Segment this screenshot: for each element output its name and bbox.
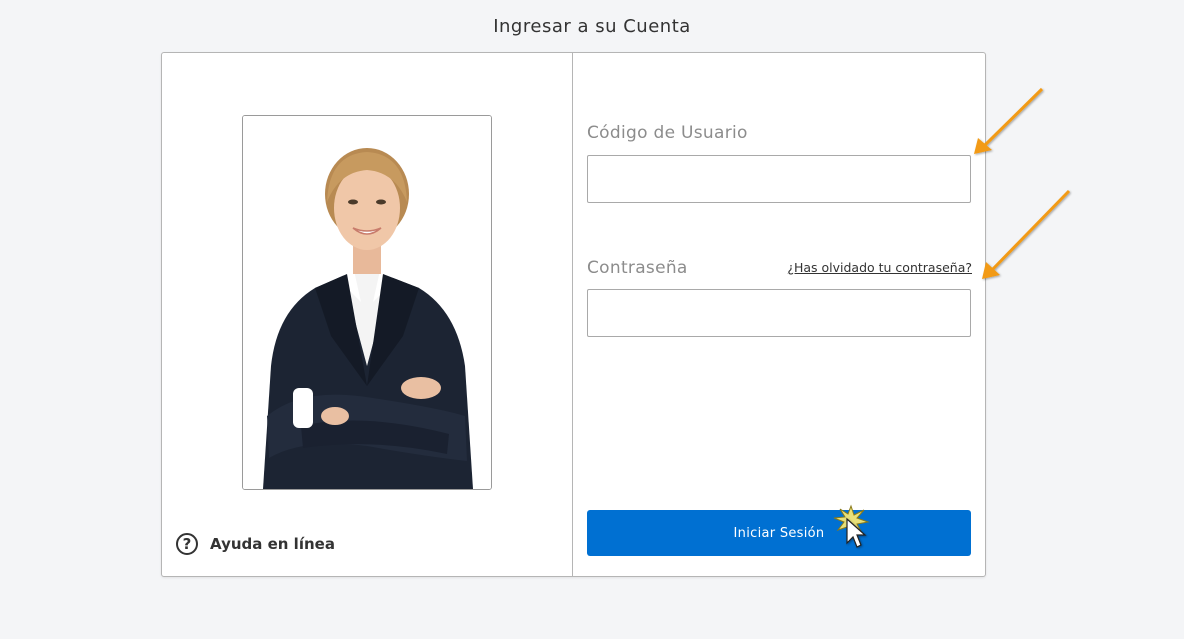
username-input[interactable] <box>587 155 971 203</box>
profile-photo <box>242 115 492 490</box>
page-title: Ingresar a su Cuenta <box>493 16 691 37</box>
left-panel: ? Ayuda en línea <box>162 53 573 576</box>
login-button[interactable]: Iniciar Sesión <box>587 510 971 556</box>
online-help-link[interactable]: ? Ayuda en línea <box>176 533 335 555</box>
username-label: Código de Usuario <box>587 123 748 143</box>
question-circle-icon: ? <box>176 533 198 555</box>
businesswoman-image <box>243 116 491 489</box>
online-help-label: Ayuda en línea <box>210 535 335 553</box>
right-panel: Código de Usuario Contraseña ¿Has olvida… <box>573 53 985 576</box>
login-card: ? Ayuda en línea Código de Usuario Contr… <box>161 52 986 577</box>
password-input[interactable] <box>587 289 971 337</box>
forgot-password-link[interactable]: ¿Has olvidado tu contraseña? <box>787 260 972 275</box>
password-label: Contraseña <box>587 258 688 278</box>
arrow-icon <box>982 189 1071 279</box>
